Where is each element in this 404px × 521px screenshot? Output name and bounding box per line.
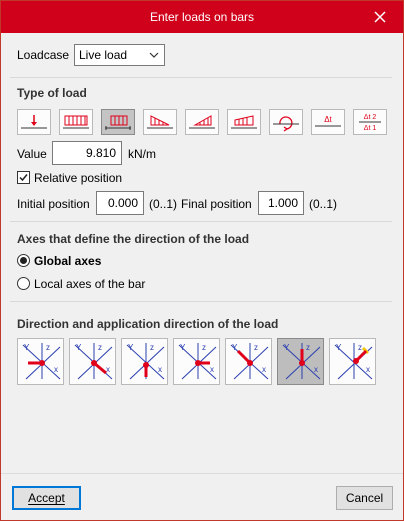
- partial-triangular-load-button[interactable]: [185, 109, 219, 135]
- axis-z-label: z: [98, 343, 102, 352]
- thermal-load-icon: Δt: [315, 115, 341, 127]
- axis-x-label: x: [366, 365, 370, 374]
- initial-position-range: (0..1): [149, 197, 178, 211]
- accept-label: Accept: [28, 491, 65, 505]
- initial-position-input[interactable]: 0.000: [96, 191, 144, 215]
- radio-selected-dot: [20, 257, 27, 264]
- thermal-load-text: Δt: [324, 115, 332, 124]
- partial-triangular-load-icon: [189, 115, 215, 129]
- direction-title: Direction and application direction of t…: [17, 317, 279, 331]
- axis-y-label: Y: [336, 343, 342, 352]
- trapezoidal-load-button[interactable]: [227, 109, 261, 135]
- direction-button[interactable]: Y z x: [69, 338, 116, 385]
- axis-y-label: Y: [180, 343, 186, 352]
- initial-position-label: Initial position: [17, 197, 90, 211]
- final-position-range: (0..1): [309, 197, 338, 211]
- relative-position-label: Relative position: [34, 171, 123, 185]
- final-position-input[interactable]: 1.000: [258, 191, 304, 215]
- dialog-title: Enter loads on bars: [149, 10, 255, 24]
- uniform-load-icon: [63, 115, 89, 129]
- trapezoidal-load-icon: [231, 115, 257, 129]
- value-label: Value: [17, 147, 47, 161]
- direction-y-icon: Y z x: [230, 343, 269, 380]
- separator: [10, 77, 392, 78]
- dialog-content: Loadcase Live load Type of load Δt Δt 2 …: [1, 33, 403, 473]
- dialog-window: Enter loads on bars Loadcase Live load T…: [0, 0, 404, 521]
- axis-y-label: Y: [232, 343, 238, 352]
- close-icon[interactable]: [365, 5, 395, 29]
- partial-uniform-load-icon: [105, 115, 131, 130]
- global-axes-radio[interactable]: [17, 254, 30, 267]
- loadcase-label: Loadcase: [17, 48, 70, 62]
- uniform-load-button[interactable]: [59, 109, 93, 135]
- triangular-load-button[interactable]: [143, 109, 177, 135]
- direction-minus-x-icon: Y z x: [178, 343, 217, 380]
- axis-z-label: z: [150, 343, 154, 352]
- thermal-load-button[interactable]: Δt: [311, 109, 345, 135]
- triangular-load-icon: [147, 115, 173, 129]
- direction-button[interactable]: Y z x: [121, 338, 168, 385]
- checkmark-icon: [19, 174, 28, 182]
- axis-z-label: z: [358, 343, 362, 352]
- value-unit: kN/m: [128, 147, 156, 161]
- final-position-label: Final position: [181, 197, 252, 211]
- thermal-gradient-bottom-text: Δt 1: [364, 125, 377, 132]
- axis-x-label: x: [158, 365, 162, 374]
- direction-button[interactable]: Y z x: [277, 338, 324, 385]
- axis-z-label: z: [202, 343, 206, 352]
- moment-load-button[interactable]: [269, 109, 303, 135]
- direction-button[interactable]: Y z x: [329, 338, 376, 385]
- loadcase-select[interactable]: Live load: [74, 44, 165, 66]
- direction-minus-y-icon: Y z x: [74, 343, 113, 380]
- axis-z-label: z: [254, 343, 258, 352]
- direction-arbitrary-icon: Y z x: [334, 343, 373, 380]
- axis-x-label: x: [106, 365, 110, 374]
- global-axes-label: Global axes: [34, 254, 102, 268]
- point-load-icon: [21, 115, 47, 129]
- cancel-label: Cancel: [345, 491, 384, 505]
- direction-minus-z-icon: Y z x: [282, 343, 321, 380]
- direction-button[interactable]: Y z x: [173, 338, 220, 385]
- partial-uniform-load-button[interactable]: [101, 109, 135, 135]
- axis-z-label: z: [306, 343, 310, 352]
- chevron-down-icon: [149, 49, 159, 63]
- thermal-gradient-top-text: Δt 2: [364, 114, 377, 121]
- axis-y-label: Y: [24, 343, 30, 352]
- moment-load-icon: [273, 116, 299, 132]
- axis-x-label: x: [262, 365, 266, 374]
- loadcase-value: Live load: [79, 48, 128, 62]
- axis-y-label: Y: [128, 343, 134, 352]
- value-input[interactable]: 9.810: [52, 141, 122, 165]
- type-of-load-title: Type of load: [17, 86, 87, 100]
- axis-z-label: z: [46, 343, 50, 352]
- local-axes-radio[interactable]: [17, 277, 30, 290]
- direction-x-icon: Y z x: [22, 343, 61, 380]
- accept-button[interactable]: Accept: [12, 486, 81, 510]
- axes-title: Axes that define the direction of the lo…: [17, 232, 250, 246]
- local-axes-label: Local axes of the bar: [34, 277, 146, 291]
- axis-y-label: Y: [76, 343, 82, 352]
- separator: [10, 221, 392, 222]
- separator: [10, 301, 392, 302]
- axis-x-label: x: [54, 365, 58, 374]
- point-load-button[interactable]: [17, 109, 51, 135]
- axis-y-label: Y: [284, 343, 290, 352]
- thermal-gradient-button[interactable]: Δt 2 Δt 1: [353, 109, 387, 135]
- relative-position-checkbox[interactable]: [17, 171, 30, 184]
- axis-x-label: x: [210, 365, 214, 374]
- cancel-button[interactable]: Cancel: [336, 486, 393, 510]
- direction-button[interactable]: Y z x: [17, 338, 64, 385]
- thermal-gradient-icon: Δt 2 Δt 1: [359, 114, 381, 132]
- dialog-footer: Accept Cancel: [1, 473, 403, 520]
- title-bar[interactable]: Enter loads on bars: [1, 1, 403, 33]
- direction-plus-z-icon: Y z x: [126, 343, 165, 380]
- direction-button[interactable]: Y z x: [225, 338, 272, 385]
- axis-x-label: x: [314, 365, 318, 374]
